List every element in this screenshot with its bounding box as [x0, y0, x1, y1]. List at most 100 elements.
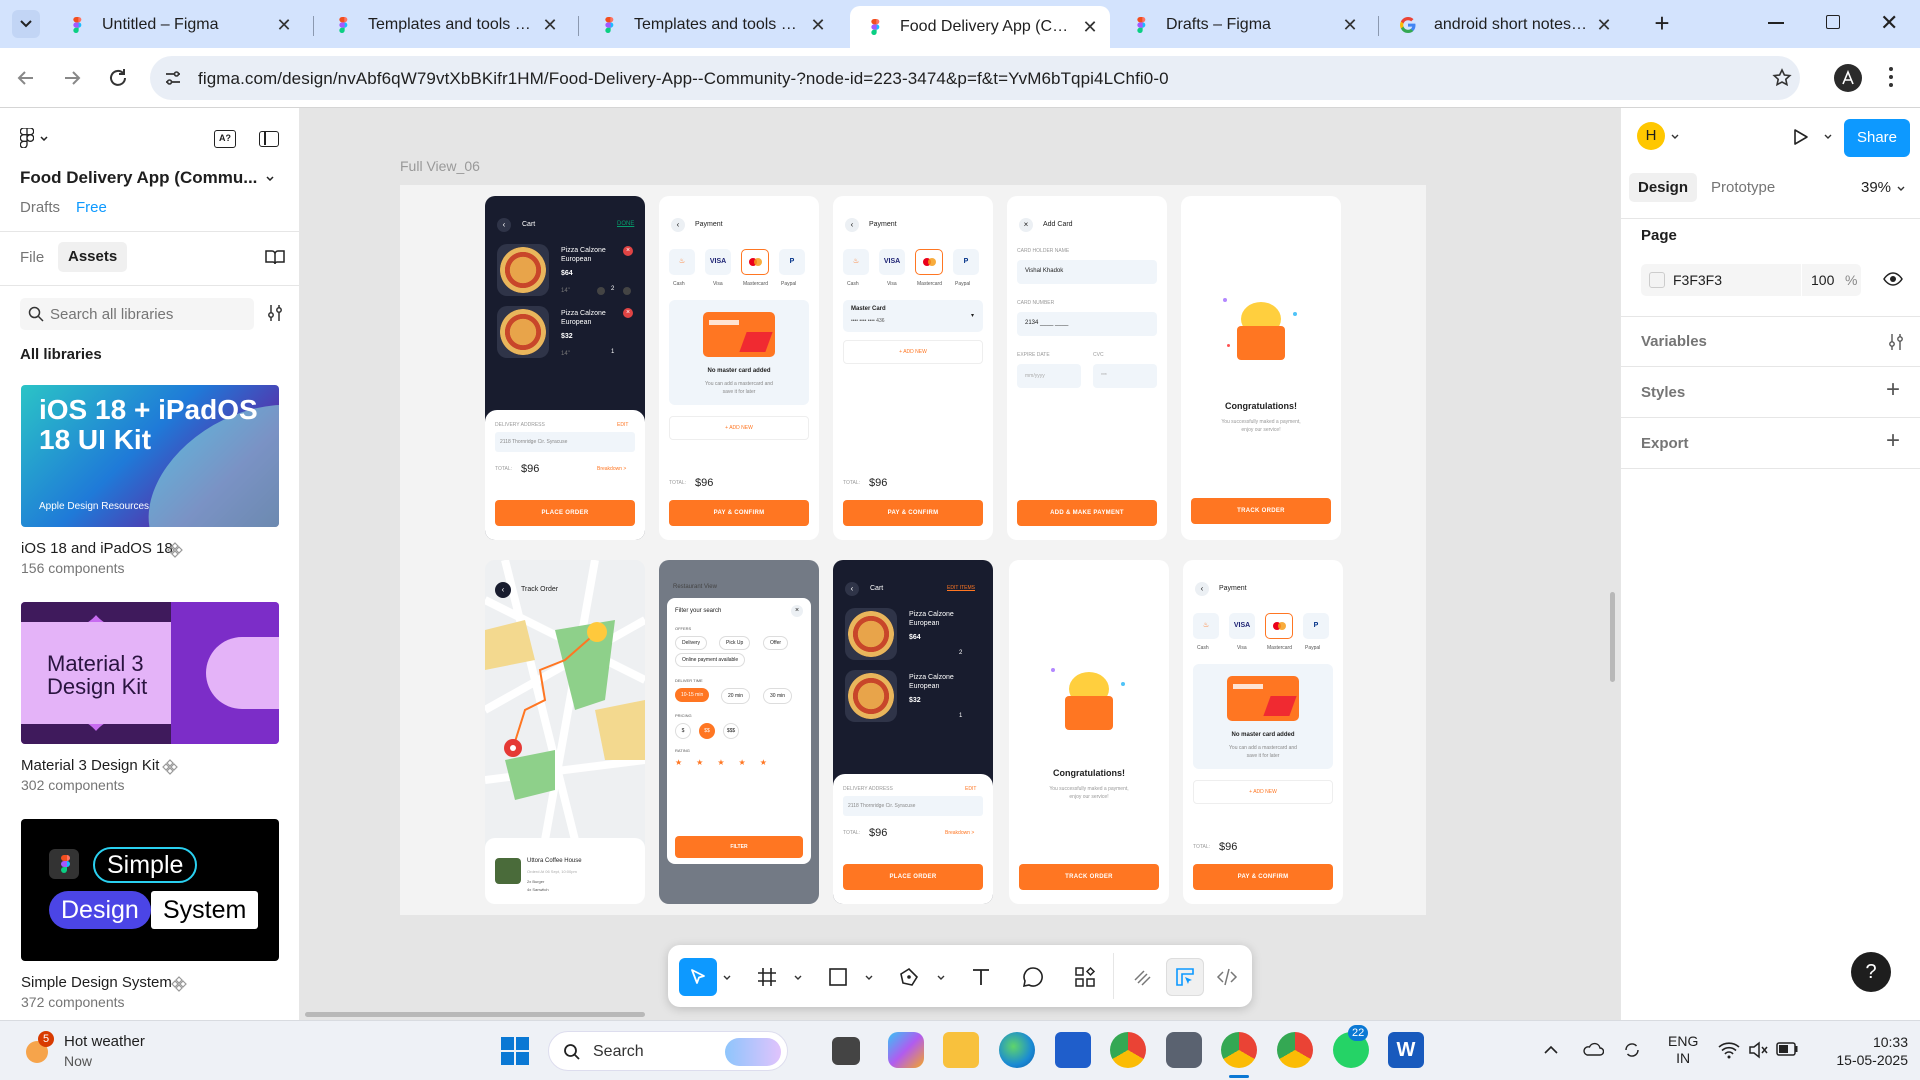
browser-tab-active[interactable]: Food Delivery App (Community) ✕ [850, 6, 1110, 48]
help-button[interactable]: ? [1851, 952, 1891, 992]
styles-row[interactable]: Styles [1641, 384, 1685, 401]
weather-widget[interactable]: 5 Hot weather Now [22, 1029, 182, 1073]
chevron-down-icon[interactable] [1897, 186, 1905, 191]
store-icon[interactable] [1055, 1032, 1091, 1068]
file-explorer-icon[interactable] [943, 1032, 979, 1068]
browser-tab[interactable]: Untitled – Figma ✕ [52, 6, 304, 44]
library-name[interactable]: Material 3 Design Kit [21, 757, 159, 774]
clock[interactable]: 10:33 15-05-2025 [1818, 1033, 1908, 1069]
chevron-down-icon[interactable] [266, 176, 274, 181]
task-view-icon[interactable] [832, 1037, 860, 1065]
rating-stars[interactable]: ★★★★★ [675, 758, 795, 767]
browser-tab[interactable]: Templates and tools – Figma ✕ [584, 6, 838, 44]
back-arrow-icon[interactable] [16, 68, 36, 88]
library-card-material[interactable]: Material 3 Design Kit [21, 602, 279, 744]
tab-assets[interactable]: Assets [58, 242, 128, 272]
zoom-level[interactable]: 39% [1861, 179, 1891, 196]
close-icon[interactable]: ✕ [274, 15, 294, 35]
filter-sliders-icon[interactable] [266, 304, 284, 322]
screen-payment-2[interactable]: ‹ Payment ♨ VISA P Cash Visa Mastercard … [1183, 560, 1343, 904]
chrome-icon[interactable] [1110, 1032, 1146, 1068]
color-swatch[interactable] [1649, 272, 1665, 288]
pen-tool[interactable] [890, 958, 928, 996]
chevron-down-icon[interactable] [794, 975, 802, 980]
restore-button[interactable] [1826, 15, 1840, 29]
chevron-down-icon[interactable] [937, 975, 945, 980]
taskbar-search[interactable]: Search [548, 1031, 788, 1071]
browser-tab[interactable]: Drafts – Figma ✕ [1116, 6, 1370, 44]
library-search-input[interactable]: Search all libraries [20, 298, 254, 330]
edge-icon[interactable] [999, 1032, 1035, 1068]
page-fill-input[interactable]: F3F3F3 100 % [1641, 264, 1861, 296]
word-icon[interactable]: W [1388, 1032, 1424, 1068]
avatar[interactable]: H [1637, 122, 1665, 150]
close-icon[interactable]: ✕ [808, 15, 828, 35]
close-icon[interactable]: ✕ [1594, 15, 1614, 35]
library-card-ios[interactable]: iOS 18 + iPadOS 18 UI Kit Apple Design R… [21, 385, 279, 527]
design-mode-button[interactable] [1166, 958, 1204, 996]
bookmark-star-icon[interactable] [1772, 68, 1792, 88]
eye-visibility-icon[interactable] [1883, 271, 1903, 287]
actions-tool[interactable] [1066, 958, 1104, 996]
tab-prototype[interactable]: Prototype [1711, 179, 1775, 196]
chevron-down-icon[interactable] [1824, 134, 1832, 139]
screen-congrats[interactable]: Congratulations! You successfully maked … [1181, 196, 1341, 540]
site-settings-icon[interactable] [164, 69, 182, 87]
sliders-icon[interactable] [1887, 333, 1905, 351]
close-icon[interactable]: ✕ [1080, 17, 1100, 37]
export-row[interactable]: Export [1641, 435, 1689, 452]
tab-search-button[interactable] [12, 10, 40, 38]
onedrive-cloud-icon[interactable] [1582, 1041, 1604, 1057]
frame-tool[interactable] [748, 958, 786, 996]
pay-confirm-button[interactable]: PAY & CONFIRM [669, 500, 809, 526]
copilot-icon[interactable] [888, 1032, 924, 1068]
new-tab-button[interactable]: + [1648, 10, 1676, 38]
file-location[interactable]: Drafts [20, 199, 60, 216]
speaker-muted-icon[interactable] [1748, 1041, 1768, 1059]
done-link[interactable]: DONE [617, 221, 634, 227]
wifi-icon[interactable] [1718, 1041, 1740, 1059]
page-opacity-value[interactable]: 100 [1811, 272, 1834, 288]
move-tool[interactable] [679, 958, 717, 996]
tab-design[interactable]: Design [1629, 173, 1698, 202]
rectangle-tool[interactable] [819, 958, 857, 996]
reload-icon[interactable] [107, 67, 129, 89]
screen-cart[interactable]: ‹ Cart DONE Pizza Calzone European $64 14… [485, 196, 645, 540]
forward-arrow-icon[interactable] [62, 68, 82, 88]
more-vert-icon[interactable] [1888, 66, 1894, 88]
address-bar[interactable]: figma.com/design/nvAbf6qW79vtXbBKifr1HM/… [150, 56, 1800, 100]
chevron-up-icon[interactable] [1544, 1045, 1558, 1054]
chevron-down-icon[interactable] [723, 975, 731, 980]
plan-badge[interactable]: Free [76, 199, 107, 216]
close-icon[interactable]: ✕ [1340, 15, 1360, 35]
text-tool[interactable] [962, 958, 1000, 996]
share-button[interactable]: Share [1844, 119, 1910, 157]
vertical-scrollbar[interactable] [1610, 592, 1615, 682]
chevron-down-icon[interactable] [865, 975, 873, 980]
chrome-profile-2-icon[interactable] [1277, 1032, 1313, 1068]
camera-icon[interactable] [1166, 1032, 1202, 1068]
sync-icon[interactable] [1622, 1040, 1642, 1060]
screen-track-order[interactable]: ‹ Track Order Uttora Coffee House Orderd… [485, 560, 645, 904]
close-window-button[interactable]: ✕ [1880, 10, 1898, 36]
ai-translate-button[interactable]: A? [214, 130, 236, 148]
main-menu-button[interactable] [20, 128, 48, 148]
close-icon[interactable]: ✕ [540, 15, 560, 35]
profile-avatar[interactable] [1834, 64, 1862, 92]
language-indicator[interactable]: ENG IN [1668, 1033, 1698, 1067]
file-name[interactable]: Food Delivery App (Commu... [20, 168, 257, 188]
comment-tool[interactable] [1014, 958, 1052, 996]
screen-congrats-2[interactable]: Congratulations! You successfully maked … [1009, 560, 1169, 904]
library-name[interactable]: iOS 18 and iPadOS 18 [21, 540, 173, 557]
add-style-icon[interactable]: + [1886, 376, 1900, 404]
place-order-button[interactable]: PLACE ORDER [495, 500, 635, 526]
screen-filter[interactable]: Restaurant View Filter your search × OFF… [659, 560, 819, 904]
dev-mode-button[interactable] [1208, 958, 1246, 996]
browser-tab[interactable]: android short notes - Google ✕ [1384, 6, 1624, 44]
draw-mode-button[interactable] [1124, 958, 1162, 996]
tab-file[interactable]: File [20, 249, 44, 266]
browser-tab[interactable]: Templates and tools – Figma ✕ [318, 6, 570, 44]
frame-full-view[interactable]: ‹ Cart DONE Pizza Calzone European $64 14… [400, 185, 1426, 915]
toggle-sidebar-button[interactable] [259, 131, 279, 147]
screen-cart-edit[interactable]: ‹ Cart EDIT ITEMS Pizza Calzone European … [833, 560, 993, 904]
